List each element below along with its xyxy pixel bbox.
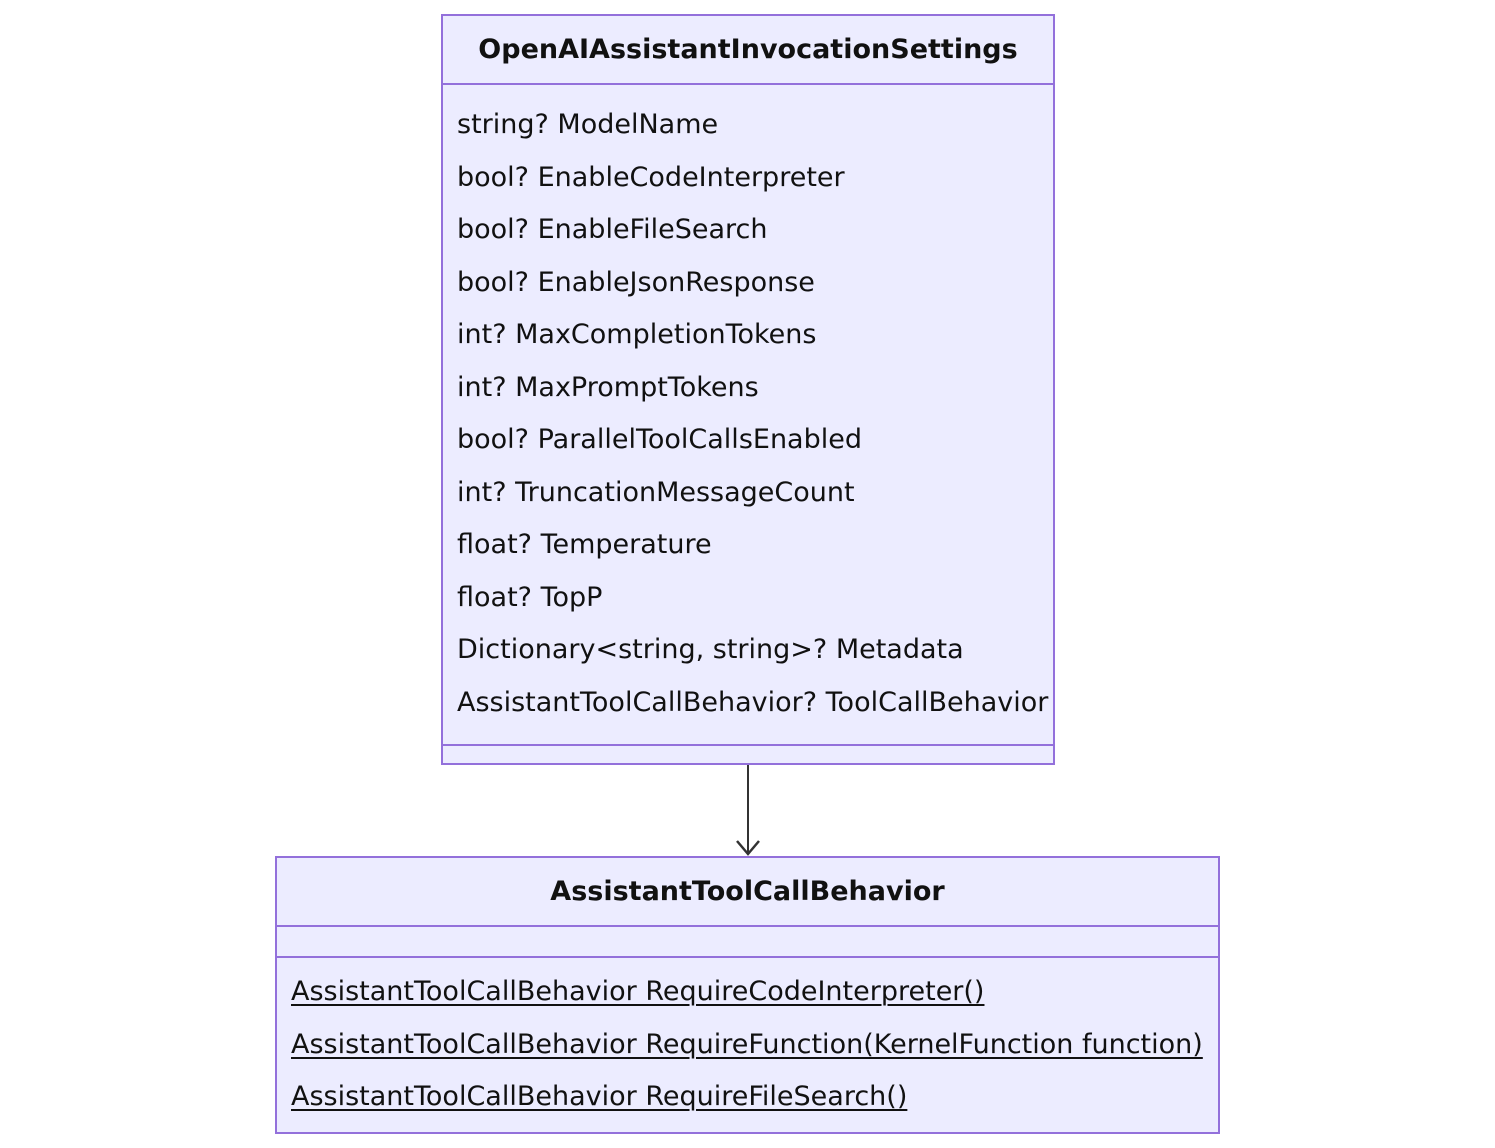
class-openai-assistant-invocation-settings[interactable]: OpenAIAssistantInvocationSettings string… (441, 14, 1055, 765)
class-title: AssistantToolCallBehavior (277, 858, 1218, 927)
attribute-item: int? TruncationMessageCount (457, 476, 855, 508)
attribute-item: bool? ParallelToolCallsEnabled (457, 424, 862, 455)
attribute-item: string? ModelName (457, 109, 719, 140)
class-title: OpenAIAssistantInvocationSettings (443, 16, 1053, 85)
attribute-item: int? MaxPromptTokens (457, 371, 759, 403)
methods-section: AssistantToolCallBehavior RequireCodeInt… (277, 958, 1218, 1124)
class-assistant-tool-call-behavior[interactable]: AssistantToolCallBehavior AssistantToolC… (275, 856, 1220, 1134)
method-item: AssistantToolCallBehavior RequireFileSea… (291, 1081, 908, 1112)
attribute-item: bool? EnableJsonResponse (457, 266, 815, 298)
attribute-item: Dictionary<string, string>? Metadata (457, 634, 964, 665)
attributes-section: string? ModelName bool? EnableCodeInterp… (443, 85, 1053, 746)
attribute-item: bool? EnableCodeInterpreter (457, 161, 845, 193)
method-item: AssistantToolCallBehavior RequireFunctio… (291, 1028, 1203, 1060)
attribute-item: bool? EnableFileSearch (457, 214, 768, 245)
attribute-item: float? TopP (457, 581, 603, 613)
attribute-item: AssistantToolCallBehavior? ToolCallBehav… (457, 686, 1049, 718)
attributes-section (277, 927, 1218, 958)
method-item: AssistantToolCallBehavior RequireCodeInt… (291, 976, 985, 1007)
attribute-item: float? Temperature (457, 529, 712, 560)
attribute-item: int? MaxCompletionTokens (457, 319, 817, 350)
association-arrowhead (736, 840, 760, 856)
